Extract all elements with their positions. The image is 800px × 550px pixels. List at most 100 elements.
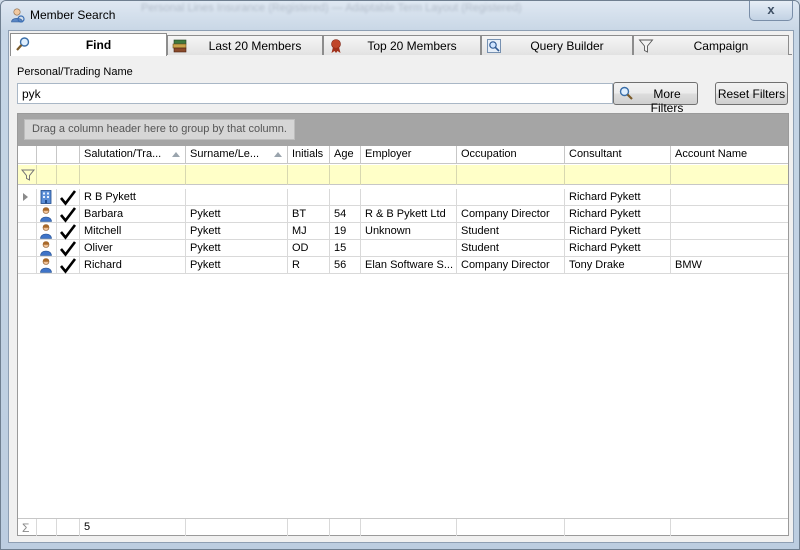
filter-cell-account-name[interactable] — [671, 165, 788, 185]
column-header-salutation[interactable]: Salutation/Tra... — [80, 146, 186, 164]
column-header-row: Salutation/Tra... Surname/Le... Initials… — [18, 146, 788, 164]
cell-occupation: Company Director — [457, 206, 565, 223]
cell-salutation: Oliver — [80, 240, 186, 257]
filter-cell-consultant[interactable] — [565, 165, 671, 185]
close-button[interactable]: x — [749, 1, 793, 21]
footer-cell — [330, 519, 361, 536]
cell-consultant: Richard Pykett — [565, 189, 671, 206]
cell-surname: Pykett — [186, 257, 288, 274]
checkmark-icon — [59, 190, 77, 206]
table-row[interactable]: Barbara Pykett BT 54 R & B Pykett Ltd Co… — [18, 206, 788, 223]
tab-label: Campaign — [693, 39, 749, 53]
column-header-employer[interactable]: Employer — [361, 146, 457, 164]
checkmark-icon — [59, 241, 77, 257]
cell-employer: R & B Pykett Ltd — [361, 206, 457, 223]
tab-find[interactable]: Find — [10, 33, 167, 56]
table-row[interactable]: R B Pykett Richard Pykett — [18, 189, 788, 206]
cell-occupation: Company Director — [457, 257, 565, 274]
cell-consultant: Richard Pykett — [565, 223, 671, 240]
row-type-cell — [37, 257, 57, 274]
name-field-label: Personal/Trading Name — [17, 66, 133, 78]
cell-initials: MJ — [288, 223, 330, 240]
column-header-surname[interactable]: Surname/Le... — [186, 146, 288, 164]
column-header-initials[interactable]: Initials — [288, 146, 330, 164]
cell-account-name — [671, 223, 788, 240]
person-icon — [40, 258, 52, 273]
tab-strip: Find Last 20 Members Top 20 Members Quer… — [10, 33, 792, 56]
column-header-label: Account Name — [675, 148, 748, 160]
person-icon — [40, 207, 52, 222]
column-header-age[interactable]: Age — [330, 146, 361, 164]
cell-surname — [186, 189, 288, 206]
cell-consultant: Tony Drake — [565, 257, 671, 274]
sort-ascending-icon — [172, 152, 180, 157]
filter-cell-surname[interactable] — [186, 165, 288, 185]
row-expander-cell[interactable] — [18, 189, 37, 206]
table-row[interactable]: Richard Pykett R 56 Elan Software S... C… — [18, 257, 788, 274]
group-by-panel[interactable]: Drag a column header here to group by th… — [18, 114, 788, 146]
cell-consultant: Richard Pykett — [565, 206, 671, 223]
table-row[interactable]: Mitchell Pykett MJ 19 Unknown Student Ri… — [18, 223, 788, 240]
reset-filters-button[interactable]: Reset Filters — [715, 82, 788, 105]
column-header-label: Surname/Le... — [190, 148, 260, 160]
background-window-text: Personal Lines Insurance (Registered) — … — [141, 2, 522, 14]
cell-consultant: Richard Pykett — [565, 240, 671, 257]
cell-salutation: Barbara — [80, 206, 186, 223]
column-header-account-name[interactable]: Account Name — [671, 146, 788, 164]
filter-cell-type[interactable] — [37, 165, 57, 185]
footer-active-cell — [57, 519, 80, 536]
column-header-label: Salutation/Tra... — [84, 148, 162, 160]
header-type-column[interactable] — [37, 146, 57, 164]
column-header-consultant[interactable]: Consultant — [565, 146, 671, 164]
row-expander-cell — [18, 206, 37, 223]
footer-cell — [288, 519, 330, 536]
more-filters-label: More Filters — [650, 87, 684, 115]
filter-row — [18, 165, 788, 185]
filter-cell-age[interactable] — [330, 165, 361, 185]
footer-cell — [565, 519, 671, 536]
sigma-icon: Σ — [22, 521, 30, 535]
more-filters-button[interactable]: More Filters — [613, 82, 698, 115]
cell-initials: OD — [288, 240, 330, 257]
cell-employer: Unknown — [361, 223, 457, 240]
tab-top-20-members[interactable]: Top 20 Members — [323, 35, 481, 55]
cell-age: 15 — [330, 240, 361, 257]
row-active-cell — [57, 206, 80, 223]
window-title: Member Search — [30, 8, 116, 22]
cell-occupation — [457, 189, 565, 206]
cell-account-name: BMW — [675, 259, 702, 271]
tab-label: Top 20 Members — [367, 39, 457, 53]
filter-cell-initials[interactable] — [288, 165, 330, 185]
filter-cell-employer[interactable] — [361, 165, 457, 185]
cell-employer: Elan Software S... — [361, 257, 457, 274]
name-search-input[interactable] — [17, 83, 613, 104]
tab-last-20-members[interactable]: Last 20 Members — [167, 35, 323, 55]
cell-salutation: R B Pykett — [80, 189, 186, 206]
cell-account-name — [671, 189, 788, 206]
filter-cell-occupation[interactable] — [457, 165, 565, 185]
cell-salutation: Richard — [80, 257, 186, 274]
header-active-column[interactable] — [57, 146, 80, 164]
filter-cell-active[interactable] — [57, 165, 80, 185]
cell-account-name — [671, 240, 788, 257]
tab-query-builder[interactable]: Query Builder — [481, 35, 633, 55]
cell-age: 56 — [330, 257, 361, 274]
cell-age: 54 — [330, 206, 361, 223]
tab-campaign[interactable]: Campaign — [633, 35, 789, 55]
cell-surname: Pykett — [186, 223, 288, 240]
column-header-label: Age — [334, 148, 354, 160]
filter-cell-salutation[interactable] — [80, 165, 186, 185]
footer-cell — [457, 519, 565, 536]
row-type-cell — [37, 240, 57, 257]
member-app-icon — [11, 8, 25, 23]
row-active-cell — [57, 240, 80, 257]
row-type-cell — [37, 206, 57, 223]
row-count-summary: 5 — [80, 519, 186, 536]
cell-account-name — [671, 206, 788, 223]
title-bar[interactable]: Member Search Personal Lines Insurance (… — [1, 1, 799, 30]
footer-cell — [186, 519, 288, 536]
table-row[interactable]: Oliver Pykett OD 15 Student Richard Pyke… — [18, 240, 788, 257]
expand-arrow-icon[interactable] — [23, 193, 28, 201]
cell-occupation: Student — [457, 223, 565, 240]
column-header-occupation[interactable]: Occupation — [457, 146, 565, 164]
